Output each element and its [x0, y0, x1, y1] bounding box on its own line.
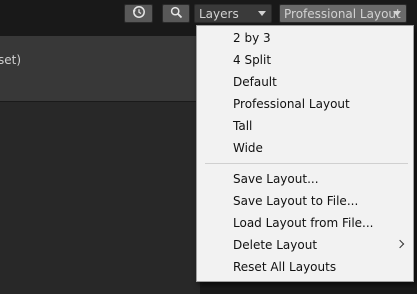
search-button[interactable] [162, 4, 190, 23]
inspector-panel: set) [0, 29, 200, 294]
menu-item-delete-layout[interactable]: Delete Layout [197, 234, 413, 256]
menu-item-label: Tall [233, 119, 253, 133]
menu-item-reset-all-layouts[interactable]: Reset All Layouts [197, 256, 413, 278]
history-button[interactable] [124, 4, 153, 23]
menu-item-label: Professional Layout [233, 97, 350, 111]
menu-item-label: Save Layout... [233, 172, 319, 186]
menu-item-professional-layout[interactable]: Professional Layout [197, 93, 413, 115]
menu-item-label: Delete Layout [233, 238, 318, 252]
menu-item-save-layout[interactable]: Save Layout... [197, 168, 413, 190]
panel-header-text: set) [0, 53, 22, 67]
layers-dropdown[interactable]: Layers [194, 4, 272, 23]
menu-item-load-layout-from-file[interactable]: Load Layout from File... [197, 212, 413, 234]
layout-label: Professional Layout [284, 6, 401, 21]
menu-item-label: Default [233, 75, 277, 89]
panel-tab-strip [0, 29, 200, 36]
history-icon [132, 5, 146, 22]
layout-menu: 2 by 3 4 Split Default Professional Layo… [196, 25, 414, 282]
chevron-down-icon [393, 11, 401, 16]
panel-header: set) [0, 36, 200, 102]
chevron-right-icon [395, 239, 405, 249]
menu-item-tall[interactable]: Tall [197, 115, 413, 137]
menu-item-wide[interactable]: Wide [197, 137, 413, 159]
menu-item-4-split[interactable]: 4 Split [197, 49, 413, 71]
menu-item-label: 4 Split [233, 53, 272, 67]
layers-label: Layers [199, 6, 239, 21]
search-icon [170, 6, 183, 22]
menu-item-label: Reset All Layouts [233, 260, 337, 274]
menu-item-label: Load Layout from File... [233, 216, 374, 230]
menu-separator [205, 163, 408, 164]
menu-item-label: Save Layout to File... [233, 194, 359, 208]
menu-item-save-layout-to-file[interactable]: Save Layout to File... [197, 190, 413, 212]
menu-item-label: 2 by 3 [233, 31, 271, 45]
menu-item-2-by-3[interactable]: 2 by 3 [197, 27, 413, 49]
chevron-down-icon [258, 11, 266, 16]
menu-item-label: Wide [233, 141, 263, 155]
layout-dropdown[interactable]: Professional Layout [279, 4, 407, 23]
menu-item-default[interactable]: Default [197, 71, 413, 93]
